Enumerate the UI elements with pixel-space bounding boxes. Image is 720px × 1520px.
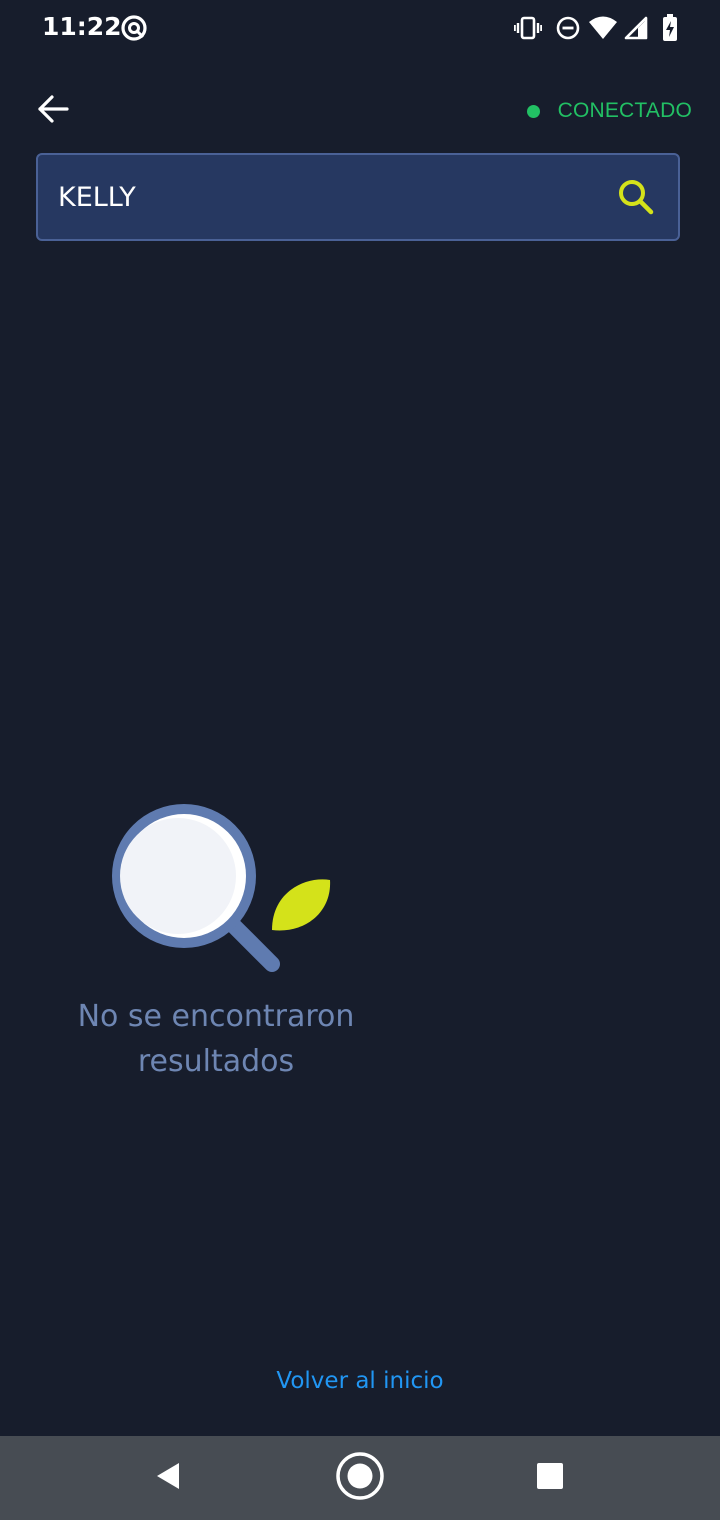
nav-recents-button[interactable]	[522, 1450, 578, 1506]
connection-label: CONECTADO	[557, 99, 692, 122]
vibrate-icon	[513, 16, 543, 44]
do-not-disturb-icon	[556, 16, 580, 44]
nav-back-button[interactable]	[140, 1450, 196, 1506]
search-input[interactable]	[58, 173, 598, 221]
empty-message-line2: resultados	[137, 1044, 295, 1079]
connection-status: CONECTADO	[526, 96, 692, 126]
back-to-home-label: Volver al inicio	[276, 1368, 444, 1394]
back-triangle-icon	[154, 1461, 182, 1495]
status-time: 11:22	[42, 12, 122, 41]
search-button[interactable]	[614, 177, 658, 221]
wifi-icon	[588, 16, 618, 44]
magnifier-leaf-illustration	[100, 792, 340, 982]
search-results-screen: 11:22 CONECTADO KELLY No se encontraron …	[0, 0, 720, 1520]
cell-signal-icon	[624, 16, 648, 44]
search-icon	[616, 177, 656, 221]
search-box	[36, 153, 680, 241]
nav-home-button[interactable]	[332, 1450, 388, 1506]
empty-message-line1: No se encontraron	[77, 999, 355, 1034]
connection-dot	[526, 104, 540, 118]
recents-square-icon	[536, 1462, 564, 1494]
arrow-left-icon	[37, 95, 69, 127]
at-sign-icon	[120, 14, 148, 46]
navigation-bar	[0, 1436, 720, 1520]
battery-charging-icon	[662, 14, 678, 46]
status-bar: 11:22	[0, 0, 720, 56]
back-button[interactable]	[28, 86, 78, 136]
empty-message: No se encontraron resultados	[56, 994, 376, 1084]
back-to-home-link[interactable]: Volver al inicio	[0, 1368, 720, 1394]
home-circle-icon	[335, 1451, 385, 1505]
